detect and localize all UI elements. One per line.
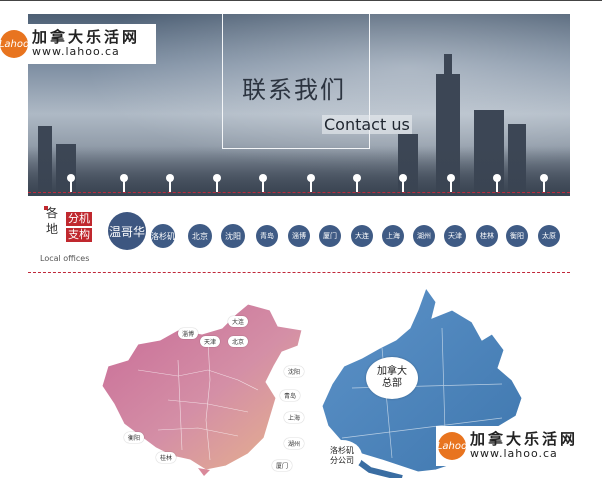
watermark-logo-top: Lahoo 加拿大乐活网 www.lahoo.ca <box>0 24 156 64</box>
city-button-zibo[interactable]: 淄博 <box>288 225 310 247</box>
hq-label-line: 加拿大 <box>377 366 407 377</box>
timeline-pin <box>353 174 361 192</box>
china-city-tag: 青岛 <box>280 390 301 401</box>
city-button-xiamen[interactable]: 厦门 <box>319 225 341 247</box>
city-button-shanghai[interactable]: 上海 <box>382 225 404 247</box>
brand-name: 加拿大乐活网 <box>32 28 141 46</box>
timeline-line <box>28 192 570 193</box>
brand-url: www.lahoo.ca <box>32 45 120 58</box>
timeline-pin <box>447 174 455 192</box>
la-branch-marker: 洛杉矶 分公司 <box>322 440 362 472</box>
section-divider <box>28 272 570 273</box>
offices-label-en: Local offices <box>40 254 90 263</box>
timeline-pin <box>166 174 174 192</box>
label-char: 支构 <box>66 228 92 242</box>
china-city-tag: 淄博 <box>178 328 199 339</box>
china-map <box>101 303 303 476</box>
china-city-tag: 上海 <box>284 412 305 423</box>
hq-marker: 加拿大 总部 <box>366 357 418 399</box>
hq-label-line: 总部 <box>382 378 402 389</box>
china-city-tag: 天津 <box>200 336 221 347</box>
china-city-tag: 大连 <box>228 316 249 327</box>
la-label-line: 分公司 <box>330 456 354 465</box>
city-button-guilin[interactable]: 桂林 <box>476 225 498 247</box>
top-rule <box>0 0 602 1</box>
china-city-tag: 北京 <box>228 336 249 347</box>
city-button-beijing[interactable]: 北京 <box>188 224 212 248</box>
timeline-pin <box>120 174 128 192</box>
timeline-pin <box>67 174 75 192</box>
offices-label: 各 地 分机 支构 <box>38 204 106 260</box>
city-button-los-angeles[interactable]: 洛杉矶 <box>151 224 175 248</box>
brand-url: www.lahoo.ca <box>470 447 558 460</box>
city-button-huzhou[interactable]: 湖州 <box>413 225 435 247</box>
city-button-dalian[interactable]: 大连 <box>351 225 373 247</box>
page-title: 联系我们 <box>242 76 346 104</box>
timeline-pin <box>213 174 221 192</box>
page-subtitle: Contact us <box>322 115 412 134</box>
china-city-tag: 桂林 <box>156 452 177 463</box>
watermark-logo-bottom: Lahoo 加拿大乐活网 www.lahoo.ca <box>436 426 602 466</box>
china-city-tag: 衡阳 <box>124 432 145 443</box>
la-label-line: 洛杉矶 <box>330 446 354 455</box>
timeline-pin <box>259 174 267 192</box>
china-city-tag: 沈阳 <box>284 366 305 377</box>
lahoo-logo-icon: Lahoo <box>437 432 467 460</box>
brand-name: 加拿大乐活网 <box>470 430 579 448</box>
city-button-hengyang[interactable]: 衡阳 <box>506 225 528 247</box>
label-char: 分机 <box>66 212 92 226</box>
city-button-qingdao[interactable]: 青岛 <box>256 225 278 247</box>
city-button-taiyuan[interactable]: 太原 <box>538 225 560 247</box>
city-button-shenyang[interactable]: 沈阳 <box>221 224 245 248</box>
china-city-tag: 厦门 <box>272 460 293 471</box>
label-char: 地 <box>46 222 59 236</box>
city-button-vancouver[interactable]: 温哥华 <box>108 212 146 250</box>
timeline-pin <box>399 174 407 192</box>
timeline-pin <box>493 174 501 192</box>
china-city-tag: 湖州 <box>284 438 305 449</box>
timeline-pin <box>307 174 315 192</box>
label-char: 各 <box>46 206 59 220</box>
city-button-tianjin[interactable]: 天津 <box>444 225 466 247</box>
lahoo-logo-icon: Lahoo <box>0 30 29 58</box>
timeline-pin <box>540 174 548 192</box>
